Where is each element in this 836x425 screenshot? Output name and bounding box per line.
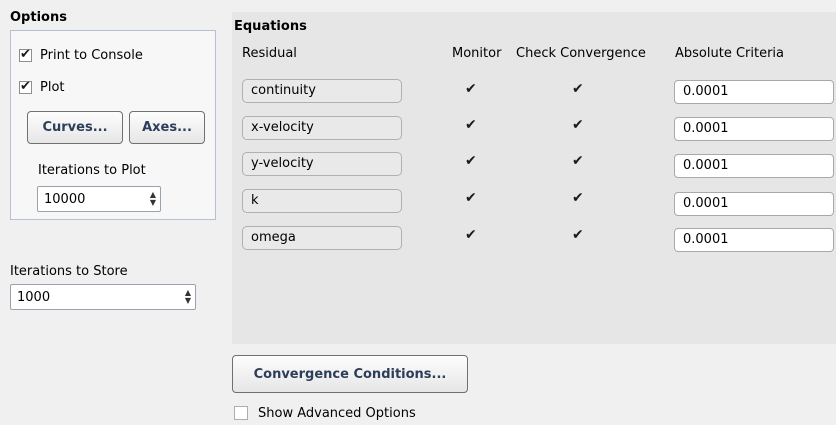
residual-column-header: Residual [242,46,297,61]
plot-label: Plot [40,79,65,95]
residual-name-field: y-velocity [242,152,402,176]
options-group: Print to Console Plot Curves... Axes... … [10,30,216,220]
show-advanced-options-label: Show Advanced Options [258,405,416,421]
convergence-conditions-button[interactable]: Convergence Conditions... [232,355,468,393]
plot-checkbox[interactable]: Plot [19,77,65,97]
monitor-column-header: Monitor [452,46,502,61]
residual-name-field: k [242,189,402,213]
monitor-checkbox[interactable]: ✔ [465,191,477,205]
equations-title: Equations [234,19,307,34]
print-to-console-checkbox[interactable]: Print to Console [19,45,143,65]
check-convergence-checkbox[interactable]: ✔ [572,82,584,96]
residual-name-field: continuity [242,79,402,103]
iterations-to-plot-spinner[interactable]: 10000 ▲ ▼ [37,186,161,212]
absolute-criteria-input[interactable]: 0.0001 [674,192,834,216]
residual-name-field: x-velocity [242,116,402,140]
iterations-to-store-spinner[interactable]: 1000 ▲ ▼ [10,284,196,310]
monitor-checkbox[interactable]: ✔ [465,154,477,168]
checkbox-check-icon[interactable] [19,78,32,96]
axes-button[interactable]: Axes... [129,111,205,144]
curves-button[interactable]: Curves... [27,111,123,144]
absolute-criteria-input[interactable]: 0.0001 [674,228,834,252]
iterations-to-store-value[interactable]: 1000 [11,290,181,305]
print-to-console-label: Print to Console [40,47,143,63]
equations-panel: Equations Residual Monitor Check Converg… [232,12,836,344]
iterations-to-plot-value[interactable]: 10000 [38,192,146,207]
check-convergence-checkbox[interactable]: ✔ [572,228,584,242]
checkbox-empty-icon[interactable] [234,406,248,420]
monitor-checkbox[interactable]: ✔ [465,82,477,96]
absolute-criteria-input[interactable]: 0.0001 [674,154,834,178]
check-convergence-checkbox[interactable]: ✔ [572,118,584,132]
residual-name-field: omega [242,226,402,250]
spinner-arrows[interactable]: ▲ ▼ [146,191,160,207]
check-convergence-checkbox[interactable]: ✔ [572,154,584,168]
iterations-to-plot-label: Iterations to Plot [38,163,146,178]
absolute-criteria-column-header: Absolute Criteria [675,46,785,61]
iterations-to-store-label: Iterations to Store [10,264,128,279]
options-group-title: Options [10,10,67,25]
monitor-checkbox[interactable]: ✔ [465,118,477,132]
arrow-down-icon[interactable]: ▼ [185,297,191,305]
absolute-criteria-input[interactable]: 0.0001 [674,117,834,141]
check-convergence-column-header: Check Convergence [516,46,646,61]
checkbox-check-icon[interactable] [19,46,32,64]
spinner-arrows[interactable]: ▲ ▼ [181,289,195,305]
absolute-criteria-input[interactable]: 0.0001 [674,80,834,104]
arrow-down-icon[interactable]: ▼ [150,199,156,207]
check-convergence-checkbox[interactable]: ✔ [572,191,584,205]
show-advanced-options-checkbox[interactable]: Show Advanced Options [234,403,416,423]
monitor-checkbox[interactable]: ✔ [465,228,477,242]
